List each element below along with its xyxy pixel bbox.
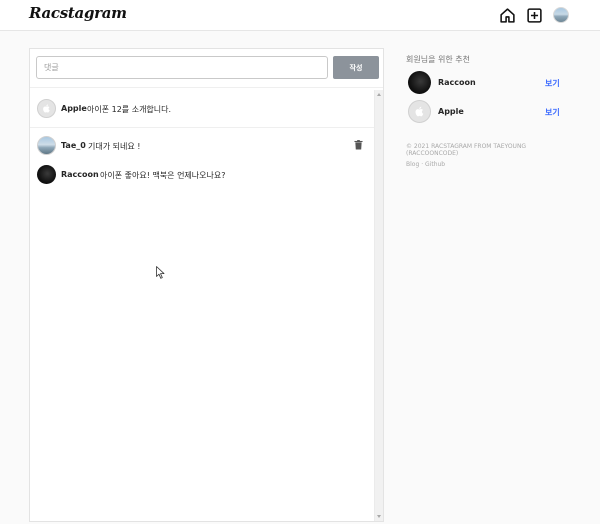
apple-logo-icon — [43, 104, 50, 113]
comment-compose: 작성 — [30, 49, 383, 88]
suggestion-name[interactable]: Raccoon — [438, 78, 476, 87]
home-icon[interactable] — [499, 7, 516, 24]
suggestion-name[interactable]: Apple — [438, 107, 464, 116]
commenter-avatar[interactable] — [37, 136, 56, 155]
scroll-down-arrow-icon[interactable] — [377, 515, 381, 518]
comment-text: 기대가 되네요 ! — [88, 142, 141, 151]
post-author[interactable]: Apple — [61, 104, 87, 113]
app-logo[interactable]: Racstagram — [29, 4, 127, 22]
footer-links: Blog · Github — [406, 161, 445, 168]
post-caption-text: 아이폰 12를 소개합니다. — [87, 105, 172, 114]
comment-author[interactable]: Tae_0 — [61, 141, 86, 150]
top-navbar: Racstagram — [0, 0, 600, 31]
view-profile-link[interactable]: 보기 — [545, 78, 560, 89]
commenter-avatar[interactable] — [37, 165, 56, 184]
copyright-text: © 2021 RACSTAGRAM FROM TAEYOUNG (RACCOON… — [406, 143, 527, 157]
comment-input[interactable] — [36, 56, 328, 79]
suggestion-item: Raccoon 보기 — [406, 70, 566, 96]
submit-comment-button[interactable]: 작성 — [333, 56, 379, 79]
post-detail-panel: 작성 Apple 아이폰 12를 소개합니다. Tae_0 기대가 되네요 ! — [29, 48, 384, 522]
view-profile-link[interactable]: 보기 — [545, 107, 560, 118]
github-link[interactable]: Github — [425, 161, 445, 168]
mouse-cursor-icon — [156, 266, 165, 279]
apple-logo-icon — [415, 106, 424, 117]
comment-text: 아이폰 좋아요! 맥북은 언제나오나요? — [100, 171, 226, 180]
suggestions-title: 회원님을 위한 추천 — [406, 55, 470, 64]
suggestion-item: Apple 보기 — [406, 99, 566, 125]
trash-icon[interactable] — [354, 140, 363, 150]
footer-separator: · — [421, 161, 424, 168]
add-post-icon[interactable] — [526, 7, 543, 24]
scroll-up-arrow-icon[interactable] — [377, 93, 381, 96]
comment-author[interactable]: Raccoon — [61, 170, 99, 179]
profile-avatar[interactable] — [553, 7, 569, 23]
comment-thread[interactable]: Apple 아이폰 12를 소개합니다. Tae_0 기대가 되네요 ! Rac… — [30, 90, 374, 521]
suggestion-avatar[interactable] — [408, 100, 431, 123]
thread-scrollbar[interactable] — [374, 90, 383, 521]
suggestion-avatar[interactable] — [408, 71, 431, 94]
blog-link[interactable]: Blog — [406, 161, 419, 168]
post-caption: Apple 아이폰 12를 소개합니다. — [30, 90, 374, 128]
apple-avatar[interactable] — [37, 99, 56, 118]
